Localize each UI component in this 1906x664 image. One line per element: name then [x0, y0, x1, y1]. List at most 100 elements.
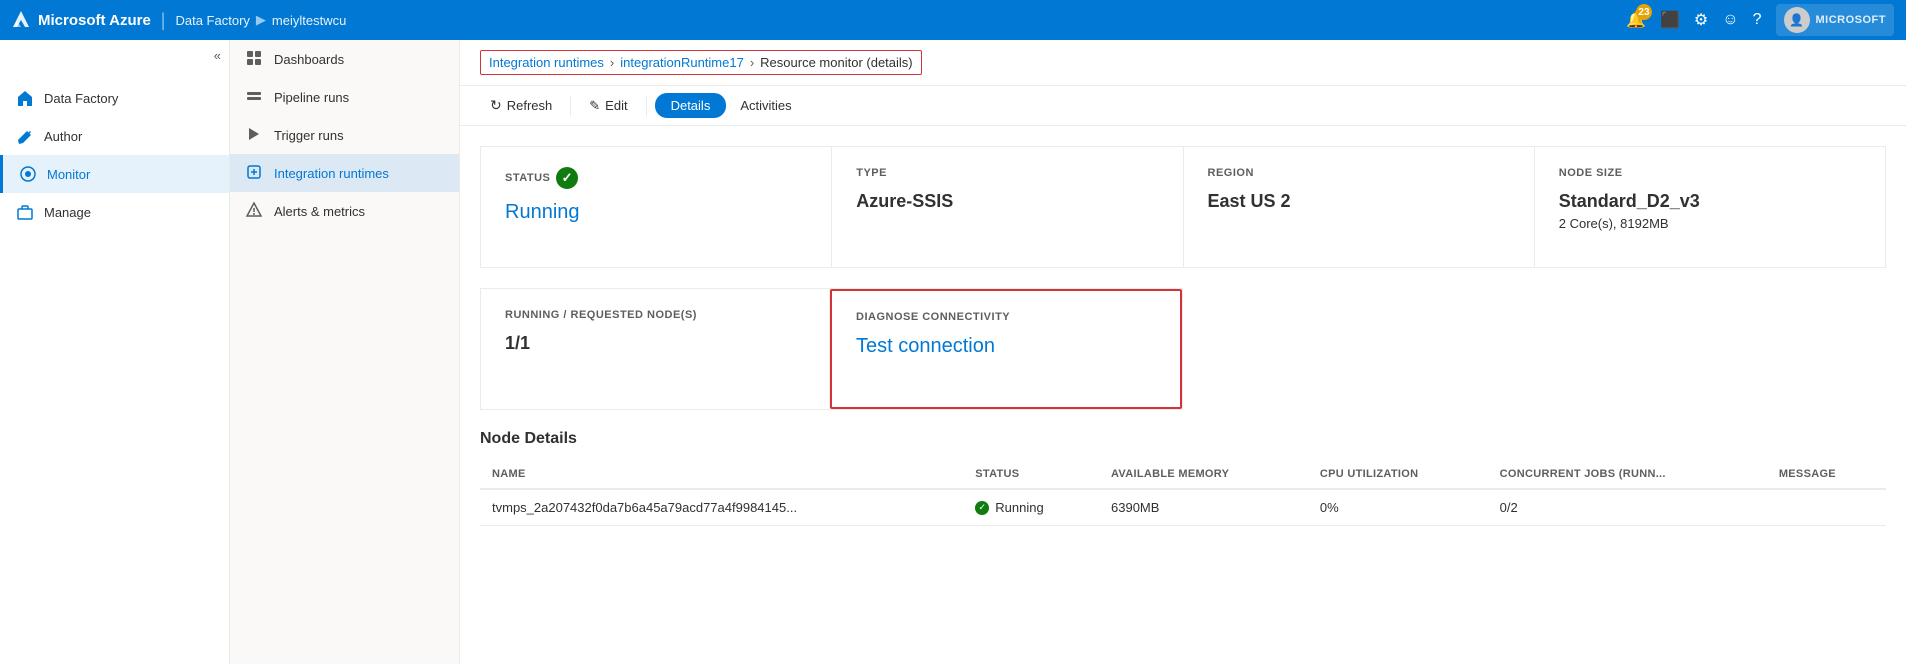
details-tab[interactable]: Details [655, 93, 727, 118]
sidemenu-trigger-label: Trigger runs [274, 128, 344, 143]
table-row[interactable]: tvmps_2a207432f0da7b6a45a79acd77a4f99841… [480, 489, 1886, 526]
sidemenu-alerts-label: Alerts & metrics [274, 204, 365, 219]
status-card: STATUS ✓ Running [481, 147, 832, 267]
breadcrumb-integration-runtimes[interactable]: Integration runtimes [489, 55, 604, 70]
sidebar-item-manage[interactable]: Manage [0, 193, 229, 231]
alert-icon [246, 202, 264, 220]
sidebar-item-monitor[interactable]: Monitor [0, 155, 229, 193]
running-nodes-card: RUNNING / REQUESTED NODE(S) 1/1 [481, 289, 830, 409]
topbar-instance: meiyltestwcu [272, 13, 346, 28]
home-icon [16, 89, 34, 107]
sidemenu-trigger-runs[interactable]: Trigger runs [230, 116, 459, 154]
diagnose-card: DIAGNOSE CONNECTIVITY Test connection [830, 289, 1182, 409]
status-check-icon: ✓ [556, 167, 578, 189]
sidebar-label-data-factory: Data Factory [44, 91, 118, 106]
sidebar-label-author: Author [44, 129, 82, 144]
node-size-card: NODE SIZE Standard_D2_v3 2 Core(s), 8192… [1535, 147, 1885, 267]
col-status: STATUS [963, 460, 1099, 489]
region-value: East US 2 [1208, 191, 1510, 212]
toolbar: ↻ Refresh ✎ Edit Details Activities [460, 86, 1906, 126]
sidemenu-integration-runtimes[interactable]: Integration runtimes [230, 154, 459, 192]
breadcrumb-sep-1: › [610, 55, 614, 70]
breadcrumb-bar: Integration runtimes › integrationRuntim… [460, 40, 1906, 86]
grid-icon [246, 50, 264, 68]
topbar: Microsoft Azure | Data Factory ▶ meiylte… [0, 0, 1906, 40]
refresh-icon: ↻ [490, 97, 502, 114]
sidemenu-pipeline-label: Pipeline runs [274, 90, 349, 105]
refresh-label: Refresh [507, 98, 553, 113]
edit-label: Edit [605, 98, 627, 113]
topbar-right: 🔔 23 ⬛ ⚙ ☺ ? 👤 MICROSOFT [1626, 4, 1894, 36]
node-details-table: NAME STATUS AVAILABLE MEMORY CPU UTILIZA… [480, 460, 1886, 526]
col-jobs: CONCURRENT JOBS (RUNN... [1488, 460, 1767, 489]
activities-label: Activities [740, 98, 791, 113]
running-nodes-value: 1/1 [505, 333, 805, 354]
help-icon[interactable]: ? [1753, 11, 1762, 29]
cards-row-2: RUNNING / REQUESTED NODE(S) 1/1 DIAGNOSE… [480, 288, 1183, 410]
sidemenu-alerts-metrics[interactable]: Alerts & metrics [230, 192, 459, 230]
diagnose-label: DIAGNOSE CONNECTIVITY [856, 311, 1156, 323]
details-label: Details [671, 98, 711, 113]
sidebar-label-monitor: Monitor [47, 167, 90, 182]
runtime-icon [246, 164, 264, 182]
notifications-icon[interactable]: 🔔 23 [1626, 10, 1646, 30]
sidemenu-pipeline-runs[interactable]: Pipeline runs [230, 78, 459, 116]
sidebar-item-data-factory[interactable]: Data Factory [0, 79, 229, 117]
cloud-shell-icon[interactable]: ⬛ [1660, 10, 1680, 30]
sidemenu: Dashboards Pipeline runs Trigger runs In… [230, 40, 460, 664]
user-menu[interactable]: 👤 MICROSOFT [1776, 4, 1895, 36]
status-value[interactable]: Running [505, 201, 807, 224]
status-green-dot [975, 501, 989, 515]
node-size-sub: 2 Core(s), 8192MB [1559, 216, 1861, 231]
topbar-service[interactable]: Data Factory [175, 13, 249, 28]
sidemenu-runtime-label: Integration runtimes [274, 166, 389, 181]
feedback-icon[interactable]: ☺ [1722, 11, 1738, 29]
cell-jobs: 0/2 [1488, 489, 1767, 526]
activities-tab[interactable]: Activities [730, 93, 801, 118]
sidemenu-dashboards[interactable]: Dashboards [230, 40, 459, 78]
running-nodes-label: RUNNING / REQUESTED NODE(S) [505, 309, 805, 321]
sidebar-item-author[interactable]: Author [0, 117, 229, 155]
region-card: REGION East US 2 [1184, 147, 1535, 267]
content-area: STATUS ✓ Running TYPE Azure-SSIS REGION … [460, 126, 1906, 664]
breadcrumb-current: Resource monitor (details) [760, 55, 912, 70]
cell-cpu: 0% [1308, 489, 1488, 526]
pencil-icon [16, 127, 34, 145]
type-card: TYPE Azure-SSIS [832, 147, 1183, 267]
toolbar-divider-2 [646, 96, 647, 116]
test-connection-link[interactable]: Test connection [856, 335, 1156, 358]
leftnav: « Data Factory Author Monitor [0, 40, 230, 664]
edit-button[interactable]: ✎ Edit [579, 93, 637, 119]
cell-name: tvmps_2a207432f0da7b6a45a79acd77a4f99841… [480, 489, 963, 526]
pipeline-icon [246, 88, 264, 106]
brand-text: Microsoft Azure [38, 12, 151, 29]
col-name: NAME [480, 460, 963, 489]
brand: Microsoft Azure [12, 11, 151, 29]
azure-logo-icon [12, 11, 30, 29]
sidemenu-dashboards-label: Dashboards [274, 52, 344, 67]
edit-icon: ✎ [589, 98, 600, 114]
main-content: Integration runtimes › integrationRuntim… [460, 40, 1906, 664]
sidebar-label-manage: Manage [44, 205, 91, 220]
briefcase-icon [16, 203, 34, 221]
breadcrumb-runtime17[interactable]: integrationRuntime17 [620, 55, 744, 70]
cell-message [1767, 489, 1886, 526]
topbar-nav: Data Factory ▶ meiyltestwcu [175, 12, 346, 28]
cell-status: Running [963, 489, 1099, 526]
status-running-indicator: Running [975, 500, 1087, 515]
collapse-button[interactable]: « [0, 40, 229, 71]
breadcrumb-sep-2: › [750, 55, 754, 70]
refresh-button[interactable]: ↻ Refresh [480, 92, 562, 119]
monitor-icon [19, 165, 37, 183]
node-details-title: Node Details [480, 430, 1886, 448]
type-value: Azure-SSIS [856, 191, 1158, 212]
status-label: STATUS ✓ [505, 167, 807, 189]
col-message: MESSAGE [1767, 460, 1886, 489]
type-label: TYPE [856, 167, 1158, 179]
settings-icon[interactable]: ⚙ [1694, 10, 1708, 30]
node-size-label: NODE SIZE [1559, 167, 1861, 179]
node-size-value: Standard_D2_v3 [1559, 191, 1861, 212]
col-memory: AVAILABLE MEMORY [1099, 460, 1308, 489]
col-cpu: CPU UTILIZATION [1308, 460, 1488, 489]
ms-label: MICROSOFT [1816, 14, 1887, 26]
